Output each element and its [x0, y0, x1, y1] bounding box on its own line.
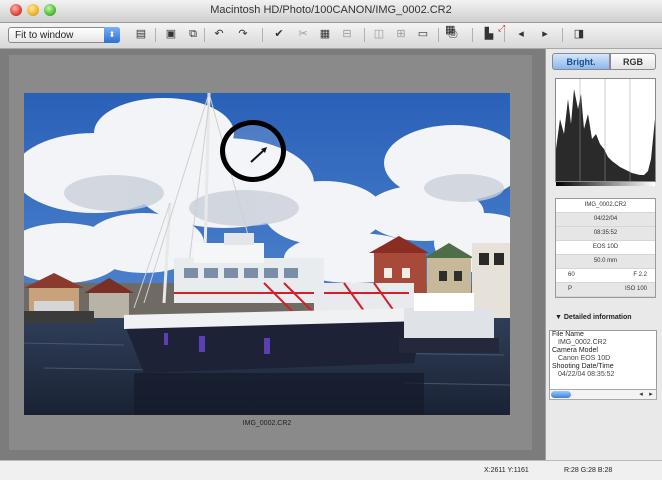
image-caption: IMG_0002.CR2 [242, 420, 292, 427]
toolbar-separator [364, 28, 365, 42]
previous-icon[interactable]: ◂ [514, 28, 528, 41]
toolbar-separator [204, 28, 205, 42]
info-exposure-row: 60 F 2.2 [556, 269, 655, 283]
zoom-select-value: Fit to window [15, 30, 74, 41]
single-view-icon[interactable]: ▣ [164, 28, 178, 41]
compare-icon[interactable]: ◫ [372, 28, 386, 41]
toolbar-separator [562, 28, 563, 42]
histogram [555, 78, 656, 182]
detail-line: File Name [552, 331, 584, 338]
info-shutter: 60 [568, 272, 575, 278]
histogram-graph [556, 79, 655, 181]
detail-line: Shooting Date/Time [552, 363, 614, 370]
detail-line: Canon EOS 10D [558, 355, 611, 362]
info-aperture: F 2.2 [633, 272, 647, 278]
brightness-gradient [556, 182, 655, 186]
grid-toggle-icon[interactable]: ▦ [445, 24, 457, 36]
status-bar: X:2611 Y:1161 R:28 G:28 B:28 [0, 460, 662, 480]
check-mark-icon[interactable]: ✔ [272, 28, 286, 41]
app-window: Macintosh HD/Photo/100CANON/IMG_0002.CR2… [0, 0, 662, 480]
rotate-left-icon[interactable]: ↶ [212, 28, 226, 41]
tool-palette-icon[interactable]: ◨ [572, 28, 586, 41]
info-panel: Bright. RGB IMG_0002.CR2 04/22/04 08:35:… [545, 49, 662, 460]
expand-icon[interactable]: ⤢ [498, 22, 510, 34]
scroll-left-icon[interactable]: ◂ [636, 390, 646, 399]
detailed-info-toggle[interactable]: ▼ Detailed information [555, 311, 656, 325]
layout-icon[interactable]: ⧉ [186, 28, 200, 41]
detailed-info-list: File Name IMG_0002.CR2 Camera Model Cano… [549, 330, 657, 398]
title-bar: Macintosh HD/Photo/100CANON/IMG_0002.CR2 [0, 0, 662, 23]
image-icon[interactable]: ▭ [416, 28, 430, 41]
scroll-thumb[interactable] [551, 391, 571, 398]
info-date: 04/22/04 [556, 213, 655, 227]
tab-brightness[interactable]: Bright. [552, 53, 610, 70]
toolbar-separator [155, 28, 156, 42]
trim-icon[interactable]: ⊟ [340, 28, 354, 41]
scroll-right-icon[interactable]: ▸ [646, 390, 656, 399]
film-strip-icon[interactable]: ▤ [134, 28, 148, 41]
folder-icon[interactable]: ▙ [482, 28, 496, 41]
info-iso: ISO 100 [624, 286, 647, 292]
cut-icon[interactable]: ✂ [296, 28, 310, 41]
eyedropper-icon [250, 147, 267, 163]
next-icon[interactable]: ▸ [538, 28, 552, 41]
info-time: 08:35:52 [556, 227, 655, 241]
toolbar: Fit to window ⬍ ▤ ▣ ⧉ ↶ ↷ ✔ ✂ ▦ ⊟ ◫ ⊞ ▭ ⎙ ▙ ◂ ▸ ◨ [0, 23, 662, 49]
grid-icon[interactable]: ⊞ [394, 28, 408, 41]
info-filename: IMG_0002.CR2 [556, 199, 655, 213]
info-camera: EOS 10D [556, 241, 655, 255]
shooting-info: IMG_0002.CR2 04/22/04 08:35:52 EOS 10D 5… [555, 198, 656, 298]
pixel-rgb-readout: R:28 G:28 B:28 [564, 467, 613, 474]
detail-hscrollbar[interactable]: ◂ ▸ [549, 389, 657, 400]
detail-line: 04/22/04 08:35:52 [558, 371, 615, 378]
info-focal-length: 50.0 mm [556, 255, 655, 269]
toolbar-separator [472, 28, 473, 42]
rotate-right-icon[interactable]: ↷ [236, 28, 250, 41]
toolbar-separator [438, 28, 439, 42]
detail-line: Camera Model [552, 347, 598, 354]
tab-rgb[interactable]: RGB [610, 53, 656, 70]
save-icon[interactable]: ▦ [318, 28, 332, 41]
toolbar-separator [262, 28, 263, 42]
info-mode: P [568, 286, 573, 292]
chevron-updown-icon: ⬍ [104, 27, 120, 43]
info-mode-row: P ISO 100 [556, 283, 655, 297]
zoom-select[interactable]: Fit to window ⬍ [8, 27, 120, 43]
cursor-coordinates: X:2611 Y:1161 [484, 467, 529, 474]
histogram-tabs: Bright. RGB [552, 53, 656, 70]
detail-line: IMG_0002.CR2 [558, 339, 607, 346]
window-title: Macintosh HD/Photo/100CANON/IMG_0002.CR2 [210, 4, 452, 16]
